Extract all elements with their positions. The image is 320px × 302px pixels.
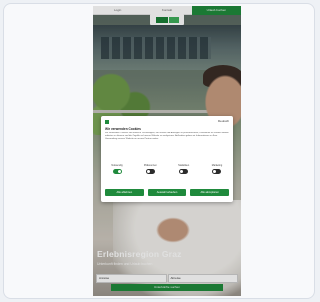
deny-all-button[interactable]: Alle ablehnen — [105, 189, 144, 196]
allow-selection-button[interactable]: Auswahl erlauben — [147, 189, 187, 196]
toggle-label: Präferenzen — [143, 164, 157, 167]
language-selector[interactable]: Deutsch — [218, 119, 229, 123]
toggle-marketing: Marketing — [205, 164, 229, 180]
toggle-label: Marketing — [211, 164, 223, 167]
toggle-necessary: Notwendig — [105, 164, 129, 180]
necessary-toggle[interactable] — [112, 169, 122, 174]
mobile-viewport: Login Kontakt Urlaub buchen Erlebnisregi… — [93, 6, 241, 296]
cookie-logo-icon — [105, 120, 109, 124]
cookie-category-toggles: Notwendig Präferenzen Statistiken Market… — [105, 164, 229, 180]
preferences-toggle[interactable] — [145, 169, 155, 174]
toggle-label: Notwendig — [111, 164, 123, 167]
toggle-statistics: Statistiken — [172, 164, 196, 180]
cookie-buttons: Alle ablehnen Auswahl erlauben Alle akze… — [105, 189, 230, 196]
cookie-consent-dialog: Deutsch Wir verwenden Cookies Wir verwen… — [101, 116, 233, 202]
toggle-label: Statistiken — [178, 164, 190, 167]
accept-all-button[interactable]: Alle akzeptieren — [190, 189, 230, 196]
cookie-dialog-text: Wir verwenden Cookies und ähnliche Techn… — [105, 132, 229, 140]
statistics-toggle[interactable] — [179, 169, 189, 174]
cookie-dialog-title: Wir verwenden Cookies — [105, 127, 141, 131]
toggle-preferences: Präferenzen — [138, 164, 162, 180]
marketing-toggle[interactable] — [212, 169, 222, 174]
